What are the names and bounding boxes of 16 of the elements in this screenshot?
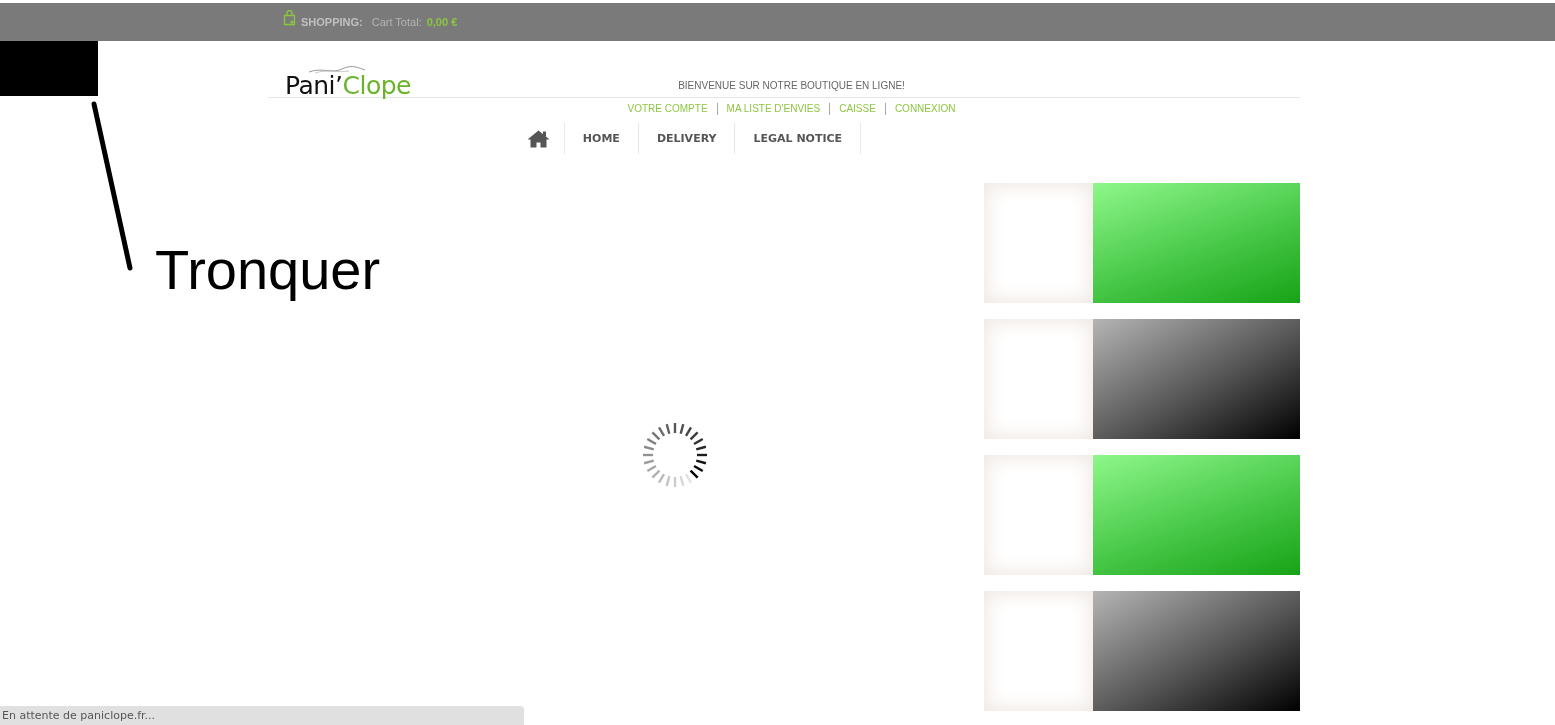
banner[interactable] [983,319,1300,439]
cart-total-label: Cart Total: [371,16,422,28]
home-icon [526,129,550,148]
loading-spinner-icon [641,421,709,489]
annotation-text: Tronquer [155,238,381,302]
home-button[interactable] [524,123,565,154]
welcome-text: BIENVENUE SUR NOTRE BOUTIQUE EN LIGNE! [678,80,905,91]
banner[interactable] [983,591,1300,711]
nav-item[interactable]: HOME [564,123,639,154]
nav-item[interactable]: LEGAL NOTICE [735,123,862,154]
logo[interactable]: Pani’Clope [285,63,411,101]
cart-total-value: 0,00 € [426,16,458,28]
nav-item[interactable]: DELIVERY [638,123,736,154]
shopping-bag-icon [283,10,296,26]
status-bar: En attente de paniclope.fr... [0,706,524,725]
shopping-label: SHOPPING: [301,16,363,28]
